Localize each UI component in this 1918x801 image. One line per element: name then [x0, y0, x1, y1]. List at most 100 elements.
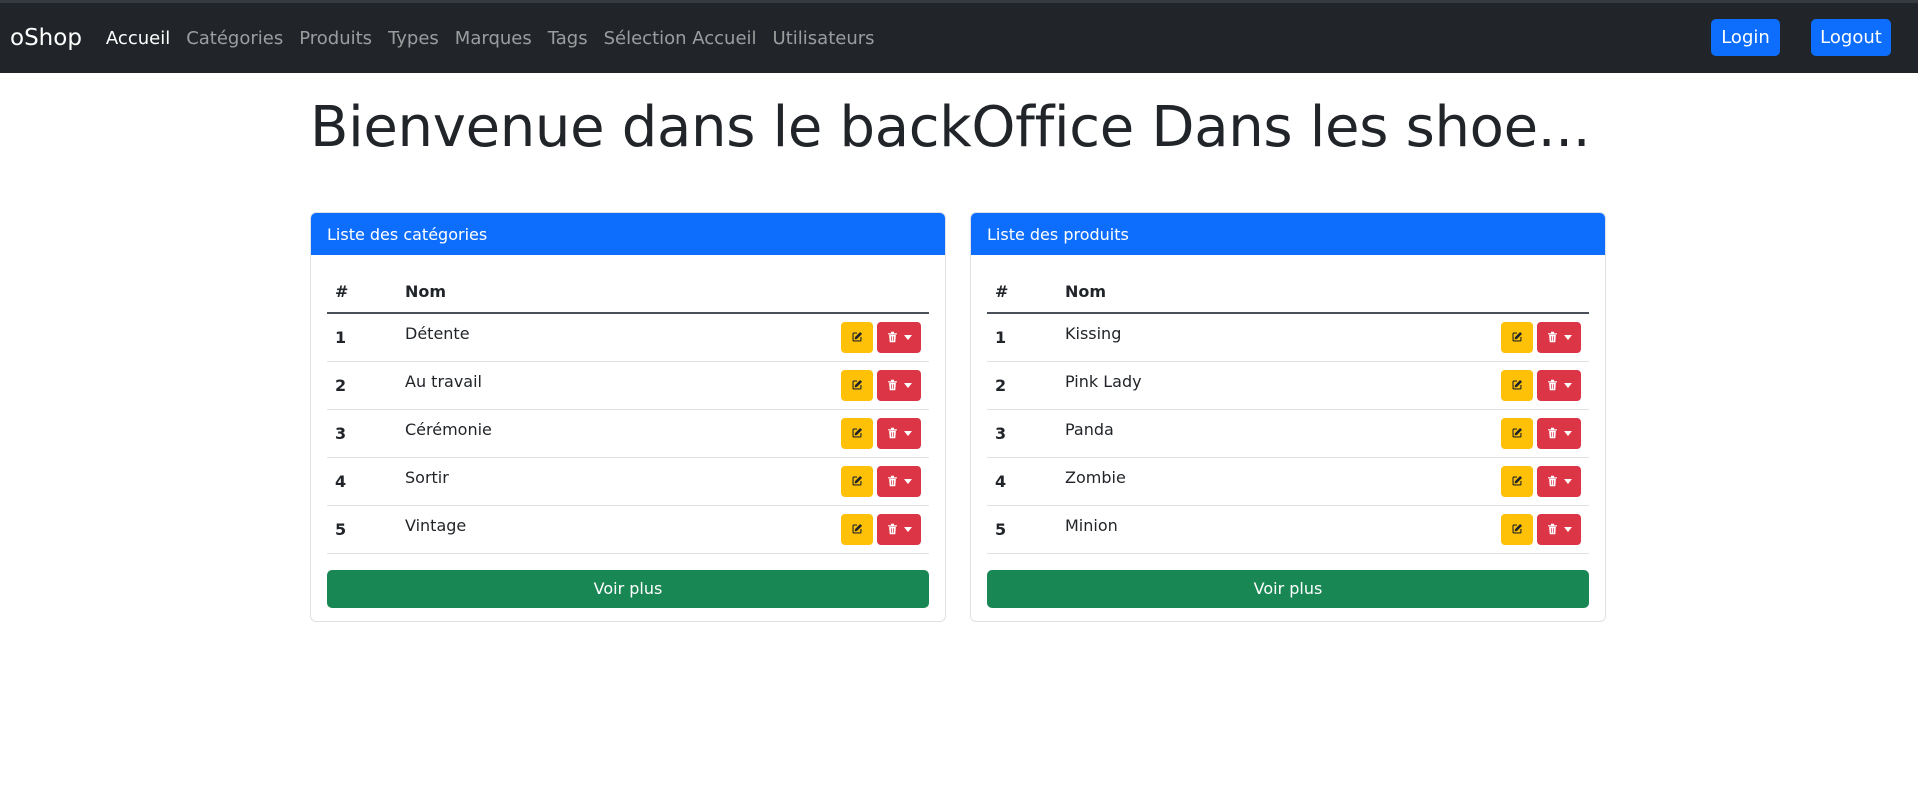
pencil-square-icon	[1512, 523, 1523, 534]
trash-icon	[1547, 332, 1557, 343]
edit-button[interactable]	[841, 513, 873, 545]
row-name-text: Zombie	[1065, 467, 1126, 487]
pencil-square-icon	[1512, 427, 1523, 438]
table-row: 3 Cérémonie	[327, 409, 929, 457]
delete-dropdown-button[interactable]	[877, 465, 921, 497]
pencil-square-icon	[1512, 332, 1523, 342]
nav-link-categories[interactable]: Catégories	[186, 28, 283, 49]
column-header-name: Nom	[405, 271, 666, 314]
caret-down-icon	[1563, 334, 1572, 340]
nav-link-types[interactable]: Types	[388, 28, 439, 49]
row-actions	[665, 505, 929, 553]
row-name: Zombie	[1065, 457, 1309, 505]
row-id: 1	[335, 327, 347, 347]
login-button[interactable]: Login	[1711, 19, 1780, 56]
row-id: 3	[335, 423, 347, 443]
row-actions	[1309, 505, 1589, 553]
nav-link-selection-accueil[interactable]: Sélection Accueil	[604, 28, 757, 49]
nav-link-utilisateurs[interactable]: Utilisateurs	[773, 28, 875, 49]
edit-button[interactable]	[841, 417, 873, 449]
delete-dropdown-button[interactable]	[1537, 513, 1581, 545]
delete-dropdown-button[interactable]	[1537, 321, 1581, 353]
row-id: 2	[995, 375, 1007, 395]
edit-button[interactable]	[1501, 417, 1533, 449]
table-row: 4 Zombie	[987, 457, 1589, 505]
caret-down-icon	[903, 430, 912, 436]
delete-dropdown-button[interactable]	[1537, 465, 1581, 497]
trash-icon	[887, 523, 897, 535]
row-actions	[665, 313, 929, 361]
row-name: Vintage	[405, 505, 665, 553]
row-actions	[665, 457, 929, 505]
delete-dropdown-button[interactable]	[1537, 417, 1581, 449]
row-name: Minion	[1065, 505, 1309, 553]
pencil-square-icon	[852, 332, 863, 342]
logout-button[interactable]: Logout	[1811, 19, 1891, 56]
trash-icon	[887, 427, 897, 439]
row-id: 3	[995, 423, 1007, 443]
nav-link-tags[interactable]: Tags	[548, 28, 588, 49]
row-name-text: Pink Lady	[1065, 371, 1142, 391]
row-id: 5	[995, 519, 1007, 539]
row-id: 1	[995, 327, 1007, 347]
row-name-text: Vintage	[405, 515, 467, 535]
categories-card: Liste des catégories # Nom 1 Détente 2 A…	[310, 212, 946, 622]
nav-link-accueil[interactable]: Accueil	[106, 28, 170, 49]
row-name: Au travail	[405, 361, 665, 409]
categories-card-body: # Nom 1 Détente 2 Au travail 3 Cérémonie…	[311, 255, 945, 621]
delete-dropdown-button[interactable]	[877, 369, 921, 401]
delete-dropdown-button[interactable]	[877, 513, 921, 545]
row-actions	[1309, 457, 1589, 505]
products-more-button[interactable]: Voir plus	[987, 569, 1589, 608]
edit-button[interactable]	[1501, 321, 1533, 353]
categories-card-header: Liste des catégories	[311, 213, 945, 255]
row-id: 5	[335, 519, 347, 539]
nav-link-produits[interactable]: Produits	[299, 28, 372, 49]
table-row: 1 Détente	[327, 313, 929, 361]
row-name: Panda	[1065, 409, 1309, 457]
pencil-square-icon	[1512, 379, 1523, 390]
pencil-square-icon	[852, 523, 863, 534]
brand-logo[interactable]: oShop	[10, 25, 82, 51]
row-name-text: Au travail	[405, 371, 482, 391]
delete-dropdown-button[interactable]	[877, 417, 921, 449]
edit-button[interactable]	[1501, 513, 1533, 545]
column-header-id: #	[987, 271, 1065, 314]
edit-button[interactable]	[841, 369, 873, 401]
row-name: Pink Lady	[1065, 361, 1309, 409]
table-header-row: # Nom	[987, 271, 1589, 314]
categories-more-button[interactable]: Voir plus	[327, 569, 929, 608]
products-card-header: Liste des produits	[971, 213, 1605, 255]
caret-down-icon	[1563, 430, 1572, 436]
top-navbar: oShop Accueil Catégories Produits Types …	[0, 0, 1918, 73]
row-name-text: Minion	[1065, 515, 1118, 535]
caret-down-icon	[903, 382, 912, 388]
page-title: Bienvenue dans le backOffice Dans les sh…	[310, 95, 1591, 160]
edit-button[interactable]	[841, 465, 873, 497]
edit-button[interactable]	[1501, 369, 1533, 401]
caret-down-icon	[1563, 478, 1572, 484]
row-name-text: Détente	[405, 323, 470, 343]
caret-down-icon	[903, 334, 912, 340]
nav-link-marques[interactable]: Marques	[455, 28, 532, 49]
table-row: 4 Sortir	[327, 457, 929, 505]
caret-down-icon	[1563, 382, 1572, 388]
table-row: 3 Panda	[987, 409, 1589, 457]
row-actions	[1309, 361, 1589, 409]
edit-button[interactable]	[1501, 465, 1533, 497]
trash-icon	[1547, 523, 1557, 535]
edit-button[interactable]	[841, 321, 873, 353]
row-actions	[665, 361, 929, 409]
table-row: 5 Vintage	[327, 505, 929, 553]
table-header-row: # Nom	[327, 271, 929, 314]
caret-down-icon	[903, 478, 912, 484]
table-row: 2 Pink Lady	[987, 361, 1589, 409]
delete-dropdown-button[interactable]	[1537, 369, 1581, 401]
trash-icon	[1547, 379, 1557, 391]
row-actions	[1309, 313, 1589, 361]
delete-dropdown-button[interactable]	[877, 321, 921, 353]
column-header-actions	[665, 271, 929, 314]
pencil-square-icon	[852, 427, 863, 438]
pencil-square-icon	[852, 475, 863, 486]
products-card-body: # Nom 1 Kissing 2 Pink Lady 3 Panda 4 Zo…	[971, 255, 1605, 621]
